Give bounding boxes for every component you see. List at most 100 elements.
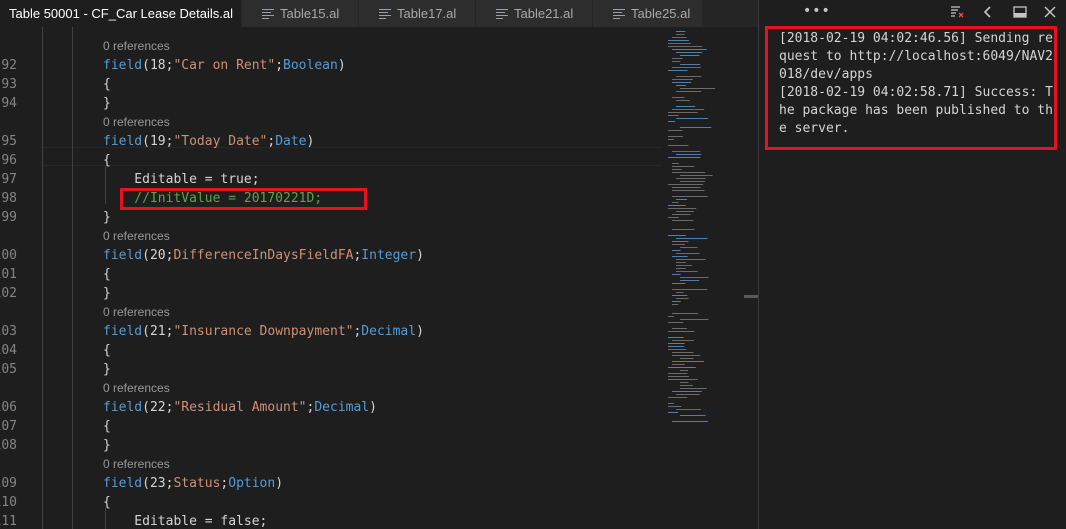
minimap-line: [680, 280, 700, 281]
minimap-line: [676, 259, 706, 260]
code-line[interactable]: 93 {: [0, 75, 660, 94]
minimap-line: [668, 46, 703, 47]
minimap-line: [680, 277, 709, 278]
code-line[interactable]: 110 {: [0, 493, 660, 512]
minimap-line: [672, 304, 679, 305]
tab-table21-al[interactable]: Table21.al: [476, 0, 593, 27]
code-text: field(23;Status;Option): [103, 474, 283, 493]
code-line[interactable]: 108}: [0, 436, 660, 455]
minimap-line: [668, 136, 683, 137]
scrollbar-thumb[interactable]: [744, 295, 758, 298]
minimap-line: [680, 175, 713, 176]
code-line[interactable]: 103 field(21;"Insurance Downpayment";Deci…: [0, 322, 660, 341]
minimap-line: [672, 79, 693, 80]
line-number: 108: [0, 438, 17, 453]
tab-table15-al[interactable]: Table15.al: [242, 0, 359, 27]
collapse-panel-icon[interactable]: [980, 4, 996, 20]
minimap-line: [668, 40, 689, 41]
codelens-label[interactable]: 0 references: [103, 455, 170, 474]
code-line[interactable]: 105}: [0, 360, 660, 379]
tab-table17-al[interactable]: Table17.al: [359, 0, 476, 27]
minimap-line: [676, 118, 709, 119]
codelens-label[interactable]: 0 references: [103, 37, 170, 56]
code-token: field: [103, 58, 143, 73]
minimap-line: [676, 298, 689, 299]
close-panel-icon[interactable]: [1042, 4, 1058, 20]
minimap-line: [668, 379, 698, 380]
editor-scrollbar[interactable]: [744, 27, 758, 529]
minimap-line: [672, 313, 699, 314]
line-number: 101: [0, 267, 17, 282]
minimap-line: [680, 88, 716, 89]
minimap-line: [680, 382, 689, 383]
code-token: Option: [228, 476, 276, 491]
code-token: (21;: [142, 324, 174, 339]
codelens-references[interactable]: 0 references: [0, 113, 660, 132]
codelens-references[interactable]: 0 references: [0, 303, 660, 322]
code-line[interactable]: 95 field(19;"Today Date";Date): [0, 132, 660, 151]
codelens-references[interactable]: 0 references: [0, 37, 660, 56]
code-line[interactable]: 109 field(23;Status;Option): [0, 474, 660, 493]
panel-more-icon[interactable]: •••: [803, 3, 831, 19]
minimap-line: [668, 121, 676, 122]
tab-table25-al[interactable]: Table25.al: [593, 0, 703, 27]
codelens-references[interactable]: 0 references: [0, 227, 660, 246]
codelens-label[interactable]: 0 references: [103, 379, 170, 398]
minimap-line: [668, 217, 679, 218]
line-number: 97: [1, 172, 17, 187]
code-token: ): [275, 476, 284, 491]
minimap-line: [672, 67, 701, 68]
output-log: [2018-02-19 04:02:46.56] Sending request…: [765, 26, 1057, 150]
tab-label: Table15.al: [280, 6, 340, 21]
code-line[interactable]: 99}: [0, 208, 660, 227]
minimap-line: [668, 157, 701, 158]
minimap-line: [672, 220, 694, 221]
code-token: "Car on Rent": [173, 58, 276, 73]
minimap-line: [676, 238, 708, 239]
minimap-line: [672, 283, 686, 284]
codelens-references[interactable]: 0 references: [0, 455, 660, 474]
code-line[interactable]: 101 {: [0, 265, 660, 284]
line-number: 105: [0, 362, 17, 377]
code-text: {: [103, 75, 111, 94]
code-line[interactable]: 102}: [0, 284, 660, 303]
code-text: }: [103, 208, 111, 227]
code-token: ): [416, 324, 424, 339]
minimap[interactable]: [664, 27, 744, 427]
clear-output-icon[interactable]: [949, 4, 965, 20]
minimap-line: [672, 241, 689, 242]
code-line[interactable]: 104 {: [0, 341, 660, 360]
code-token: ;: [275, 58, 284, 73]
maximize-panel-icon[interactable]: [1012, 4, 1028, 20]
codelens-label[interactable]: 0 references: [103, 227, 170, 246]
code-line[interactable]: 106 field(22;"Residual Amount";Decimal): [0, 398, 660, 417]
code-line[interactable]: 96 {: [0, 151, 660, 170]
codelens-references[interactable]: 0 references: [0, 379, 660, 398]
minimap-line: [676, 154, 702, 155]
code-line[interactable]: 111 Editable = false;: [0, 512, 660, 529]
codelens-label[interactable]: 0 references: [103, 113, 170, 132]
code-text: field(19;"Today Date";Date): [103, 132, 314, 151]
minimap-line: [676, 292, 684, 293]
line-number: 104: [0, 343, 17, 358]
minimap-line: [668, 130, 683, 131]
code-line[interactable]: 107 {: [0, 417, 660, 436]
code-line[interactable]: 92 field(18;"Car on Rent";Boolean): [0, 56, 660, 75]
code-token: {: [103, 495, 111, 510]
line-number: 110: [0, 495, 17, 510]
code-text: {: [103, 265, 111, 284]
codelens-label[interactable]: 0 references: [103, 303, 170, 322]
code-line[interactable]: 94}: [0, 94, 660, 113]
minimap-line: [672, 166, 695, 167]
minimap-line: [672, 214, 691, 215]
code-line[interactable]: 100 field(20;DifferenceInDaysFieldFA;Inte…: [0, 246, 660, 265]
minimap-line: [676, 31, 686, 32]
tab-table-50001-cf-car-lease-details-al[interactable]: Table 50001 - CF_Car Lease Details.al✕: [0, 0, 256, 27]
line-number: 109: [0, 476, 17, 491]
code-line[interactable]: 97 Editable = true;: [0, 170, 660, 189]
minimap-line: [676, 106, 696, 107]
code-editor[interactable]: 0 references 92 field(18;"Car on Rent";Boo…: [0, 27, 744, 529]
minimap-line: [672, 49, 707, 50]
code-token: (19;: [142, 134, 174, 149]
minimap-line: [676, 76, 702, 77]
